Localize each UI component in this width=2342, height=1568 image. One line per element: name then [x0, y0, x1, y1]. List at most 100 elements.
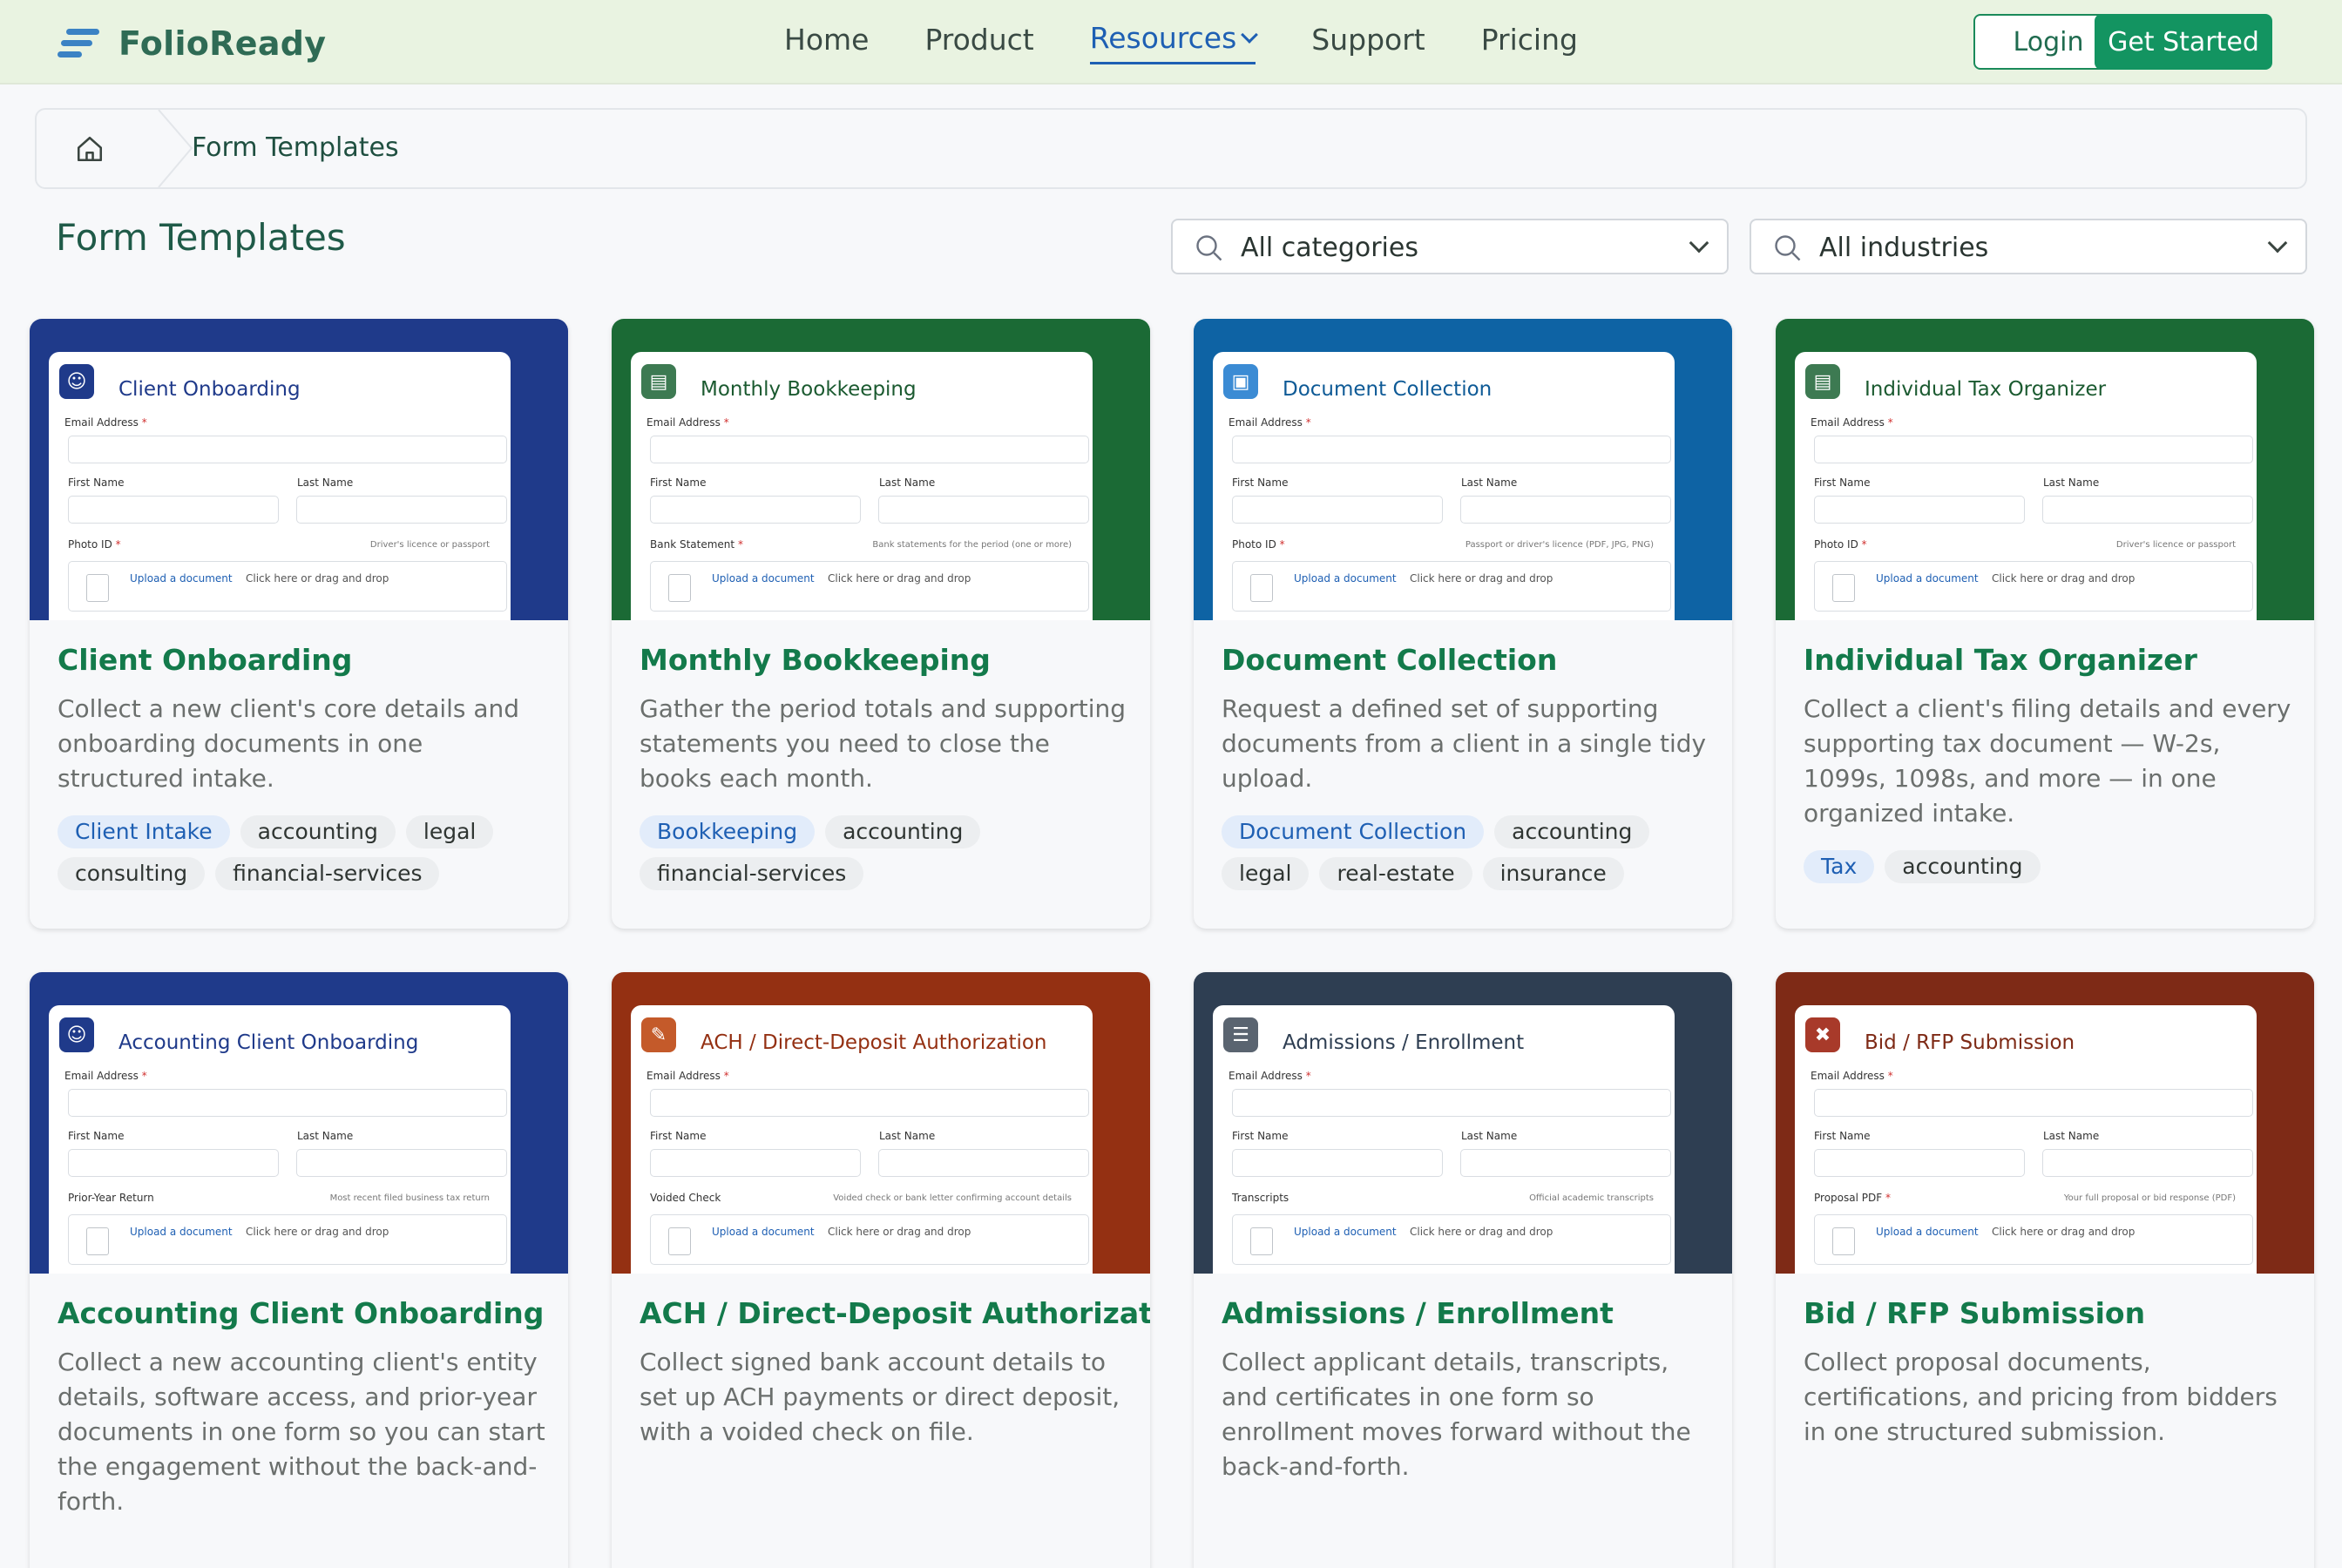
card-description: Request a defined set of supporting docu… [1222, 694, 1707, 793]
template-card-5[interactable]: ☺ Accounting Client Onboarding Email Add… [30, 972, 568, 1568]
form-preview-title: Admissions / Enrollment [1283, 1031, 1525, 1054]
template-card-8[interactable]: ✖ Bid / RFP Submission Email Address * F… [1776, 972, 2314, 1568]
last-name-label: Last Name [2043, 476, 2100, 489]
email-field [68, 436, 507, 463]
category-filter[interactable]: All categories [1171, 219, 1729, 274]
last-name-field [1460, 496, 1671, 524]
first-name-label: First Name [650, 1130, 707, 1142]
clipboard-icon: ☰ [1223, 1017, 1258, 1052]
proposal-file-icon: ✖ [1805, 1017, 1840, 1052]
breadcrumb-separator-icon [158, 110, 193, 187]
user-badge-icon: ☺ [59, 1017, 94, 1052]
email-label: Email Address * [64, 1070, 147, 1082]
template-card-3[interactable]: ▣ Document Collection Email Address * Fi… [1194, 319, 1732, 929]
last-name-field [878, 496, 1089, 524]
category-tag[interactable]: Tax [1804, 850, 1875, 883]
email-field [1814, 1089, 2253, 1117]
breadcrumb: Form Templates [35, 108, 2307, 189]
card-title: Document Collection [1222, 643, 1558, 677]
template-card-2[interactable]: ▤ Monthly Bookkeeping Email Address * Fi… [612, 319, 1150, 929]
document-hint: Passport or driver's licence (PDF, JPG, … [1465, 540, 1654, 550]
industry-tag[interactable]: legal [405, 815, 494, 848]
industry-tag[interactable]: accounting [825, 815, 981, 848]
first-name-label: First Name [1814, 476, 1871, 489]
document-label: Bank Statement * [650, 538, 743, 551]
ledger-icon: ▤ [641, 364, 676, 399]
email-label: Email Address * [1229, 416, 1311, 429]
get-started-button[interactable]: Get Started [2095, 14, 2272, 70]
industry-tag[interactable]: legal [1222, 857, 1310, 890]
category-tag[interactable]: Client Intake [58, 815, 230, 848]
email-label: Email Address * [1811, 416, 1893, 429]
document-label: Prior-Year Return [68, 1192, 154, 1204]
first-name-label: First Name [1814, 1130, 1871, 1142]
first-name-field [1232, 496, 1443, 524]
brand-name: FolioReady [118, 24, 327, 63]
last-name-label: Last Name [879, 1130, 936, 1142]
document-icon [86, 1227, 109, 1255]
nav-resources[interactable]: Resources [1089, 21, 1259, 64]
template-card-1[interactable]: ☺ Client Onboarding Email Address * Firs… [30, 319, 568, 929]
first-name-label: First Name [68, 1130, 125, 1142]
form-preview: ☺ Client Onboarding Email Address * Firs… [49, 352, 511, 620]
template-card-7[interactable]: ☰ Admissions / Enrollment Email Address … [1194, 972, 1732, 1568]
industry-filter[interactable]: All industries [1750, 219, 2307, 274]
form-preview: ▤ Monthly Bookkeeping Email Address * Fi… [631, 352, 1093, 620]
document-icon [86, 574, 109, 602]
category-tag[interactable]: Bookkeeping [640, 815, 816, 848]
industry-tag[interactable]: accounting [1494, 815, 1650, 848]
industry-tag[interactable]: financial-services [640, 857, 864, 890]
card-tags: Bookkeeping accounting financial-services [640, 815, 1136, 899]
first-name-label: First Name [650, 476, 707, 489]
card-title: Client Onboarding [58, 643, 353, 677]
nav-home[interactable]: Home [784, 21, 869, 64]
document-label: Photo ID * [1814, 538, 1867, 551]
brand-logo[interactable]: FolioReady [58, 24, 326, 63]
upload-hint: Click here or drag and drop [1992, 572, 2136, 585]
category-tag[interactable]: Document Collection [1222, 815, 1485, 848]
email-label: Email Address * [1811, 1070, 1893, 1082]
upload-dropzone: Upload a document Click here or drag and… [1814, 1214, 2253, 1265]
industry-tag[interactable]: accounting [1885, 850, 2041, 883]
template-card-4[interactable]: ▤ Individual Tax Organizer Email Address… [1776, 319, 2314, 929]
email-label: Email Address * [646, 416, 729, 429]
main-nav: Home Product Resources Support Pricing [784, 21, 1634, 64]
nav-pricing[interactable]: Pricing [1481, 21, 1578, 64]
search-icon [1196, 235, 1222, 261]
email-field [1232, 1089, 1671, 1117]
card-description: Collect a client's filing details and ev… [1804, 694, 2291, 828]
industry-tag[interactable]: consulting [58, 857, 206, 890]
top-nav-bar: FolioReady Home Product Resources Suppor… [0, 0, 2342, 84]
first-name-field [1814, 496, 2025, 524]
breadcrumb-current: Form Templates [192, 132, 399, 163]
upload-dropzone: Upload a document Click here or drag and… [68, 1214, 507, 1265]
form-preview-title: Accounting Client Onboarding [118, 1031, 419, 1054]
document-label: Voided Check [650, 1192, 721, 1204]
card-title: Bid / RFP Submission [1804, 1296, 2146, 1330]
upload-link: Upload a document [712, 572, 815, 585]
industry-tag[interactable]: insurance [1482, 857, 1624, 890]
email-label: Email Address * [64, 416, 147, 429]
industry-tag[interactable]: real-estate [1319, 857, 1472, 890]
upload-hint: Click here or drag and drop [1410, 572, 1553, 585]
document-icon [668, 1227, 691, 1255]
upload-link: Upload a document [712, 1226, 815, 1238]
last-name-label: Last Name [1461, 1130, 1518, 1142]
template-card-6[interactable]: ✎ ACH / Direct-Deposit Authorization Ema… [612, 972, 1150, 1568]
home-icon[interactable] [75, 134, 105, 164]
document-label: Proposal PDF * [1814, 1192, 1891, 1204]
form-preview: ✖ Bid / RFP Submission Email Address * F… [1795, 1005, 2257, 1274]
nav-product[interactable]: Product [924, 21, 1033, 64]
last-name-field [2042, 1149, 2253, 1177]
folder-icon: ▣ [1223, 364, 1258, 399]
card-title: ACH / Direct-Deposit Authorization [640, 1296, 1150, 1330]
industry-tag[interactable]: financial-services [215, 857, 440, 890]
first-name-field [650, 1149, 861, 1177]
nav-support[interactable]: Support [1311, 21, 1425, 64]
upload-link: Upload a document [1294, 572, 1397, 585]
last-name-field [296, 496, 507, 524]
upload-hint: Click here or drag and drop [828, 572, 971, 585]
card-title: Monthly Bookkeeping [640, 643, 991, 677]
industry-tag[interactable]: accounting [240, 815, 396, 848]
upload-dropzone: Upload a document Click here or drag and… [1232, 561, 1671, 612]
